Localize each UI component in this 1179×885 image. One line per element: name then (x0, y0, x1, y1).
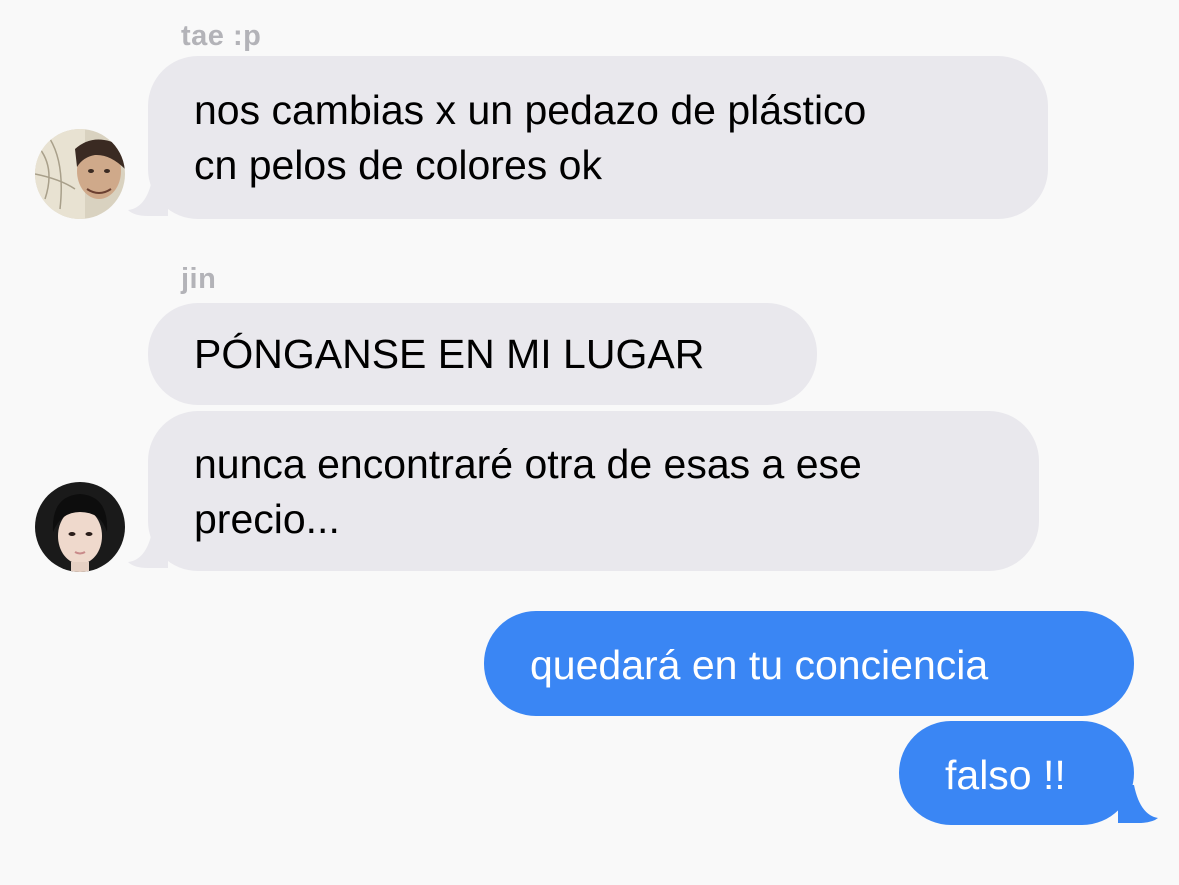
message-line: quedará en tu conciencia (530, 642, 989, 688)
sender-name-tae: tae :p (181, 20, 262, 52)
avatar-jin[interactable] (35, 482, 125, 572)
message-bubble-outgoing[interactable]: falso !! (899, 721, 1134, 825)
message-bubble-incoming[interactable]: PÓNGANSE EN MI LUGAR (148, 303, 817, 405)
message-line: nos cambias x un pedazo de plástico (194, 87, 867, 133)
message-line: PÓNGANSE EN MI LUGAR (194, 331, 705, 377)
message-bubble-outgoing[interactable]: quedará en tu conciencia (484, 611, 1134, 716)
sender-name-jin: jin (181, 263, 217, 295)
message-line: nunca encontraré otra de esas a ese (194, 441, 862, 487)
message-bubble-incoming[interactable]: nunca encontraré otra de esas a ese prec… (148, 411, 1039, 571)
avatar-tae[interactable] (35, 129, 125, 219)
avatar-photo-icon (35, 129, 125, 219)
message-line: precio... (194, 496, 340, 542)
message-line: cn pelos de colores ok (194, 142, 602, 188)
avatar-photo-icon (35, 482, 125, 572)
message-line: falso !! (945, 752, 1066, 798)
message-bubble-incoming[interactable]: nos cambias x un pedazo de plástico cn p… (148, 56, 1048, 219)
